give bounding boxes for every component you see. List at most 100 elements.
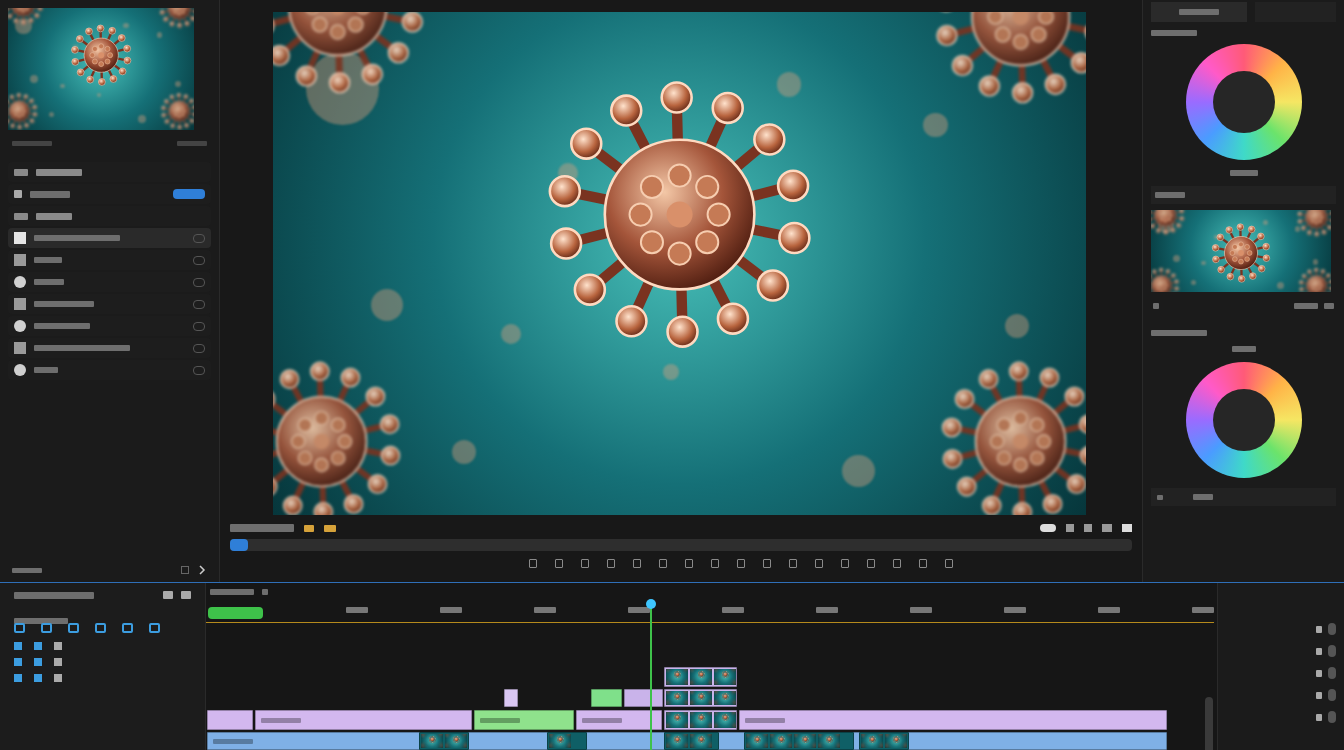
panel-tab[interactable] (1255, 2, 1336, 22)
timeline-clip[interactable] (419, 732, 469, 750)
timeline-clip[interactable] (255, 710, 472, 730)
track-toggle-icon[interactable] (14, 674, 22, 682)
panel-tab[interactable] (1151, 2, 1247, 22)
track-eye-icon[interactable] (54, 642, 62, 650)
wheel-ring[interactable] (1186, 362, 1302, 478)
preview-image (885, 734, 907, 748)
work-area-bar[interactable] (208, 607, 263, 619)
label-placeholder (1157, 495, 1163, 500)
transport-icon[interactable] (659, 559, 667, 568)
particle (842, 455, 875, 488)
tool-row[interactable] (8, 184, 211, 204)
timeline-clip[interactable] (207, 710, 253, 730)
timeline-clip[interactable] (739, 710, 1167, 730)
particle (686, 722, 687, 723)
tool-row[interactable] (8, 338, 211, 358)
transport-icon[interactable] (633, 559, 641, 568)
timeline-clip[interactable] (474, 710, 574, 730)
meter-knob[interactable] (1328, 711, 1336, 723)
transport-icon[interactable] (737, 559, 745, 568)
track-eye-icon[interactable] (54, 658, 62, 666)
particle (761, 746, 762, 747)
track-toggle-icon[interactable] (14, 642, 22, 650)
transport-icon[interactable] (555, 559, 563, 568)
wheel-ring[interactable] (1186, 44, 1302, 160)
scrollbar[interactable] (1205, 697, 1213, 750)
checkbox[interactable] (193, 300, 205, 309)
timeline-tool-icon[interactable] (149, 623, 160, 633)
track-lock-icon[interactable] (34, 674, 42, 682)
checkbox[interactable] (193, 234, 205, 243)
transport-icon[interactable] (841, 559, 849, 568)
timeline-clip[interactable] (624, 689, 663, 707)
track-lock-icon[interactable] (34, 642, 42, 650)
view-option-icon[interactable] (1066, 524, 1074, 532)
timeline-clip[interactable] (664, 667, 737, 687)
tool-row[interactable] (8, 206, 211, 226)
transport-icon[interactable] (945, 559, 953, 568)
virus-icon (452, 735, 461, 744)
transport-icon[interactable] (581, 559, 589, 568)
transport-icon[interactable] (685, 559, 693, 568)
track-toggle-icon[interactable] (14, 658, 22, 666)
transport-icon[interactable] (815, 559, 823, 568)
timeline-clip[interactable] (504, 689, 518, 707)
playhead[interactable] (650, 601, 652, 750)
playhead-handle[interactable] (646, 599, 656, 609)
timeline-clip[interactable] (744, 732, 854, 750)
meter-knob[interactable] (1328, 623, 1336, 635)
transport-icon[interactable] (893, 559, 901, 568)
square-icon[interactable] (181, 566, 189, 574)
color-wheel[interactable] (1151, 362, 1336, 478)
transport-icon[interactable] (529, 559, 537, 568)
timeline-tool-icon[interactable] (68, 623, 79, 633)
timeline-tool-icon[interactable] (122, 623, 133, 633)
meter-knob[interactable] (1328, 667, 1336, 679)
scrub-track[interactable] (230, 539, 1132, 551)
timeline-clip[interactable] (664, 732, 719, 750)
transport-icon[interactable] (607, 559, 615, 568)
checkbox[interactable] (193, 344, 205, 353)
tool-row[interactable] (8, 228, 211, 248)
tool-row[interactable] (8, 272, 211, 292)
virus (903, 743, 907, 748)
timeline-clip[interactable] (664, 710, 737, 730)
checkbox[interactable] (193, 366, 205, 375)
meter-knob[interactable] (1328, 689, 1336, 701)
checkbox[interactable] (193, 278, 205, 287)
track-lock-icon[interactable] (34, 658, 42, 666)
dropdown[interactable] (1151, 488, 1336, 506)
view-option-icon[interactable] (1122, 524, 1132, 532)
timeline-tool-icon[interactable] (41, 623, 52, 633)
color-wheel[interactable] (1151, 44, 1336, 160)
timeline-clip[interactable] (859, 732, 909, 750)
checkbox[interactable] (193, 256, 205, 265)
virus-icon (707, 669, 712, 671)
virus (746, 734, 751, 737)
transport-icon[interactable] (711, 559, 719, 568)
track-eye-icon[interactable] (54, 674, 62, 682)
timeline-clip[interactable] (591, 689, 622, 707)
transport-icon[interactable] (867, 559, 875, 568)
tool-row[interactable] (8, 294, 211, 314)
tool-row[interactable] (8, 360, 211, 380)
virus-icon (697, 713, 706, 722)
timeline-tool-icon[interactable] (14, 623, 25, 633)
timeline-tool-icon[interactable] (95, 623, 106, 633)
view-option-icon[interactable] (1102, 524, 1112, 532)
virus-icon (714, 669, 719, 671)
timeline-clip[interactable] (664, 689, 737, 707)
view-option-icon[interactable] (1084, 524, 1092, 532)
transport-icon[interactable] (789, 559, 797, 568)
timeline-clip[interactable] (547, 732, 587, 750)
transport-icon[interactable] (763, 559, 771, 568)
time-ruler[interactable] (206, 601, 1214, 623)
tool-row[interactable] (8, 250, 211, 270)
tool-row[interactable] (8, 316, 211, 336)
tool-row[interactable] (8, 162, 211, 182)
transport-icon[interactable] (919, 559, 927, 568)
view-option-icon[interactable] (1040, 524, 1056, 532)
meter-knob[interactable] (1328, 645, 1336, 657)
checkbox[interactable] (193, 322, 205, 331)
toggle-switch[interactable] (173, 189, 205, 199)
